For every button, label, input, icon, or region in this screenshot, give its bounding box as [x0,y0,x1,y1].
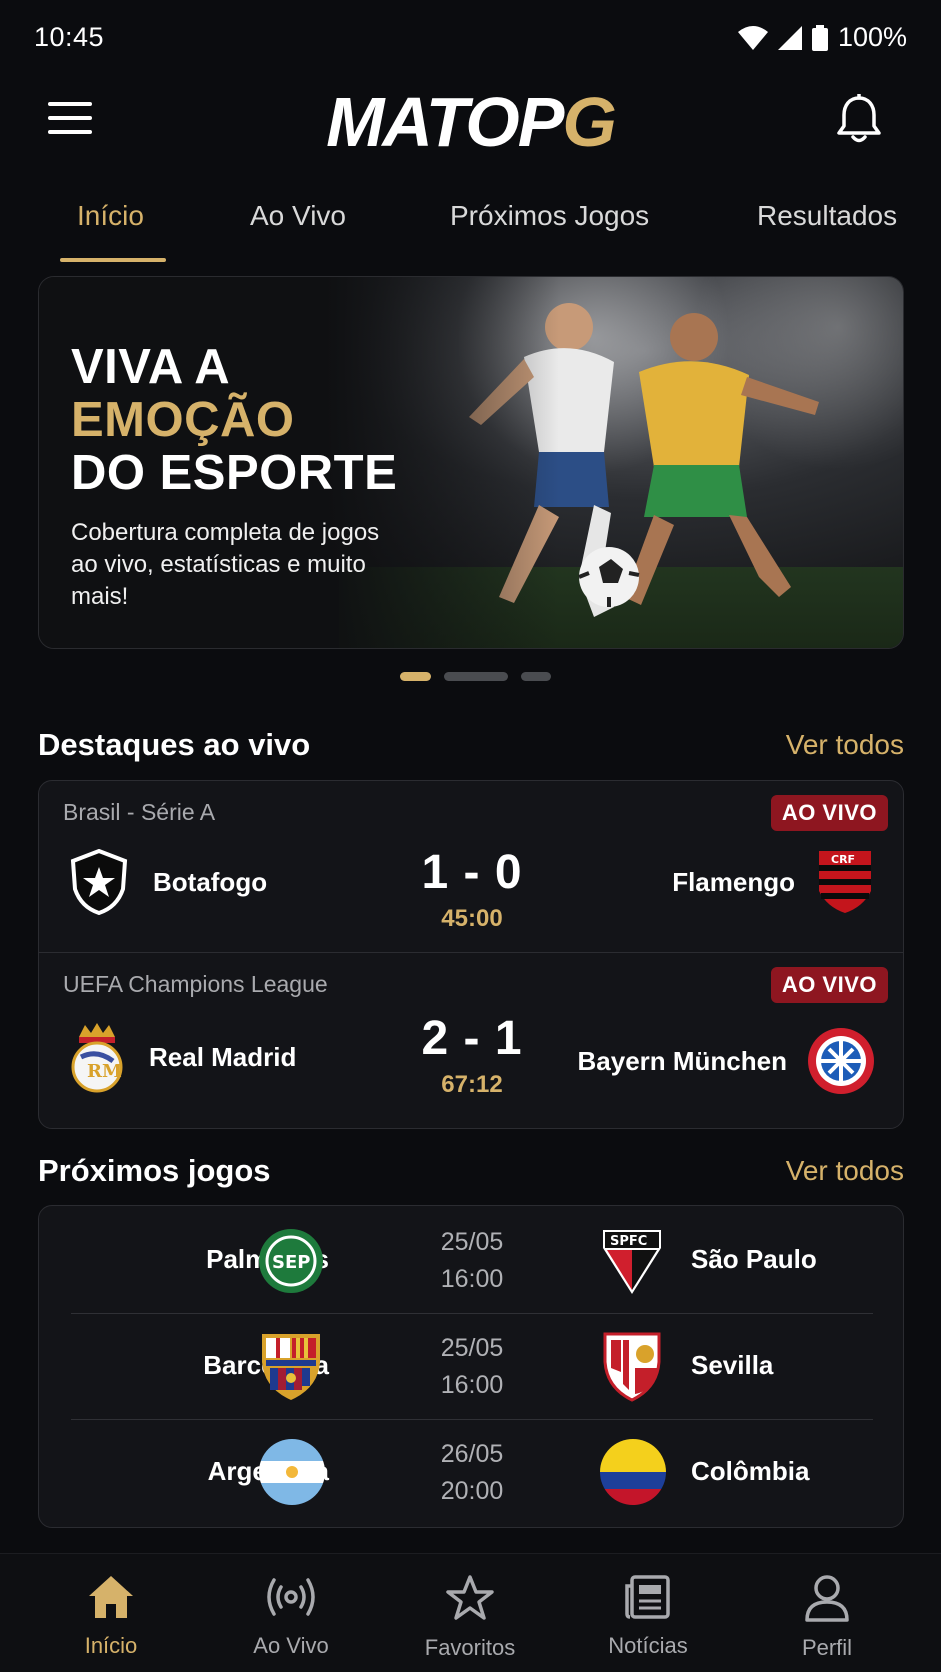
away-team: Sevilla [691,1350,774,1380]
star-icon [446,1575,494,1620]
banner-title: VIVA A EMOÇÃO DO ESPORTE [71,340,398,500]
away-team: Flamengo [672,866,795,897]
svg-text:SPFC: SPFC [610,1234,647,1249]
league-name: UEFA Champions League [63,971,328,997]
see-all-upcoming-link[interactable]: Ver todos [786,1155,904,1187]
fixture-row[interactable]: Barcelona 25/05 16:00 Sevilla [39,1314,903,1420]
live-badge: AO VIVO [770,795,888,831]
upcoming-matches-card: Palmeiras SEP 25/05 16:00 SPFC São Paulo… [38,1205,904,1528]
carousel-dot[interactable] [444,672,508,681]
see-all-live-link[interactable]: Ver todos [786,729,904,761]
tab-inicio[interactable]: Início [77,200,144,232]
nav-ao-vivo[interactable]: Ao Vivo [226,1574,356,1659]
status-bar: 10:45 100% [0,0,941,76]
league-name: Brasil - Série A [63,799,216,825]
bayern-crest-icon [808,1028,874,1094]
sevilla-crest-icon [603,1332,661,1402]
app-logo: MATOPG [326,83,617,161]
tab-proximos-jogos[interactable]: Próximos Jogos [450,200,649,232]
home-icon [89,1576,133,1618]
user-icon [805,1575,849,1622]
signal-icon [777,25,802,50]
away-team: Bayern München [577,1045,788,1076]
bell-icon[interactable] [835,94,883,146]
fixture-time: 16:00 [440,1371,504,1399]
bottom-nav: Início Ao Vivo Favoritos Notícias Perfil [0,1553,941,1672]
banner-subtitle: Cobertura completa de jogos ao vivo, est… [71,519,380,610]
status-time: 10:45 [34,22,105,52]
section-title: Destaques ao vivo [38,727,311,762]
wifi-icon [737,25,768,50]
colombia-flag-icon [600,1439,666,1505]
tab-ao-vivo[interactable]: Ao Vivo [250,200,346,232]
away-team: São Paulo [691,1244,817,1274]
nav-favoritos[interactable]: Favoritos [405,1574,535,1661]
carousel-dot[interactable] [521,672,551,681]
broadcast-icon [267,1578,315,1616]
active-tab-indicator [60,258,166,262]
live-section-header: Destaques ao vivo Ver todos [38,727,904,767]
sao-paulo-crest-icon: SPFC [603,1230,661,1294]
upcoming-section-header: Próximos jogos Ver todos [38,1153,904,1193]
nav-inicio[interactable]: Início [46,1574,176,1659]
live-match-row[interactable]: UEFA Champions League AO VIVO RM Real Ma… [39,953,903,1124]
hero-banner[interactable]: VIVA A EMOÇÃO DO ESPORTE Cobertura compl… [38,276,904,649]
carousel-dot-active[interactable] [400,672,431,681]
flamengo-crest-icon: CRF [819,851,871,913]
fixture-row[interactable]: Palmeiras SEP 25/05 16:00 SPFC São Paulo [39,1208,903,1314]
nav-noticias[interactable]: Notícias [583,1574,713,1659]
battery-percent: 100% [837,22,907,52]
away-team: Colômbia [691,1456,810,1486]
fixture-date: 25/05 [440,1334,504,1362]
live-matches-card: Brasil - Série A AO VIVO Botafogo 1 - 0 … [38,780,904,1129]
carousel-indicator [0,672,941,682]
top-tabs: Início Ao Vivo Próximos Jogos Resultados [0,180,941,264]
fixture-row[interactable]: Argentina 26/05 20:00 Colômbia [39,1420,903,1526]
newspaper-icon [625,1575,670,1619]
battery-icon [811,24,828,51]
section-title: Próximos jogos [38,1153,271,1188]
svg-text:CRF: CRF [831,853,855,866]
app-header: MATOPG [0,78,941,161]
live-badge: AO VIVO [770,967,888,1003]
live-match-row[interactable]: Brasil - Série A AO VIVO Botafogo 1 - 0 … [39,781,903,952]
nav-perfil[interactable]: Perfil [762,1574,892,1661]
tab-resultados[interactable]: Resultados [757,200,897,232]
